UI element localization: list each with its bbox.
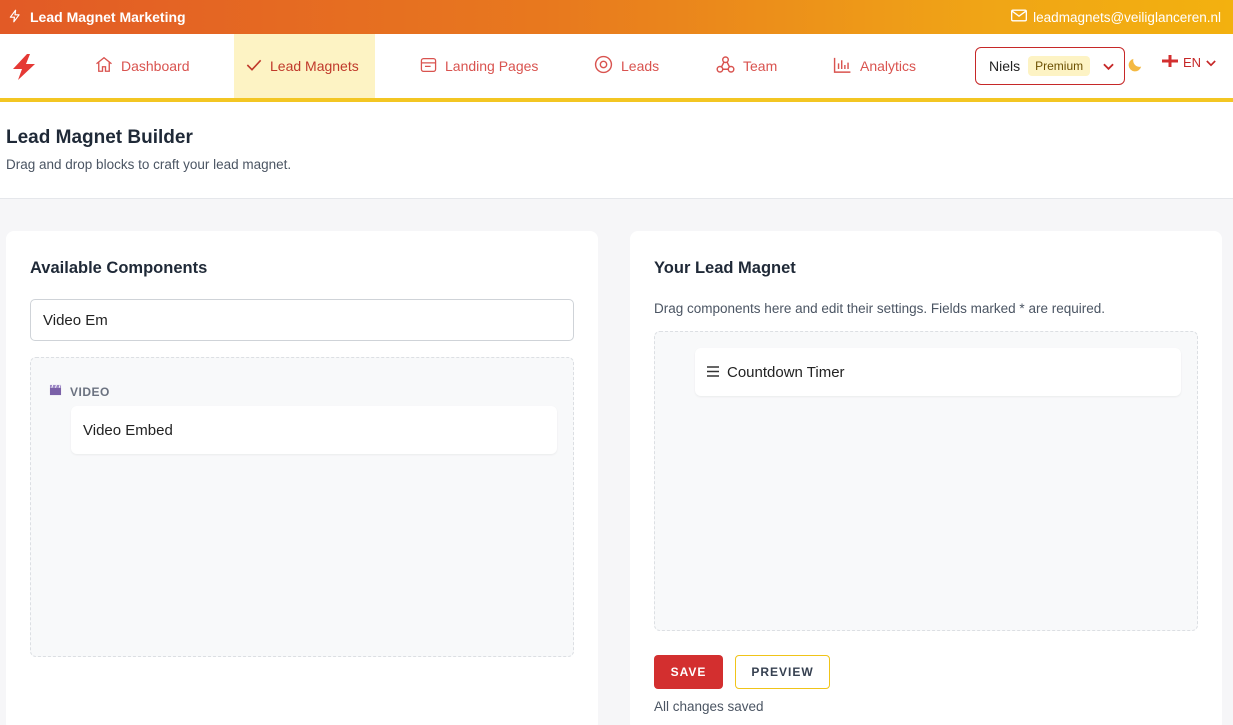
premium-badge: Premium [1028, 56, 1091, 76]
lead-magnet-title: Your Lead Magnet [654, 259, 796, 277]
dark-mode-toggle-moon-icon[interactable] [1127, 56, 1144, 78]
nav-landing-pages[interactable]: Landing Pages [420, 34, 538, 98]
block-label: Countdown Timer [727, 363, 845, 381]
nav-landing-pages-label: Landing Pages [445, 58, 539, 74]
component-list: VIDEO Video Embed [30, 357, 574, 657]
user-menu[interactable]: Niels Premium [975, 47, 1125, 85]
page-icon [420, 57, 437, 76]
check-icon [246, 58, 262, 75]
nav-analytics-label: Analytics [860, 58, 917, 74]
top-banner: Lead Magnet Marketing leadmagnets@veilig… [0, 0, 1233, 34]
component-video-embed[interactable]: Video Embed [71, 406, 557, 454]
nav-analytics[interactable]: Analytics [833, 34, 916, 98]
chevron-down-icon [1206, 55, 1216, 70]
nav-dashboard-label: Dashboard [121, 58, 190, 74]
user-name: Niels [989, 58, 1021, 74]
page-header: Lead Magnet Builder Drag and drop blocks… [0, 102, 1233, 199]
lead-magnet-panel: Your Lead Magnet Drag components here an… [630, 231, 1222, 725]
preview-button[interactable]: PREVIEW [735, 655, 830, 689]
lead-magnet-hint: Drag components here and edit their sett… [654, 301, 1105, 316]
banner-contact[interactable]: leadmagnets@veiliglanceren.nl [1011, 9, 1221, 25]
target-icon [594, 55, 613, 77]
mail-icon [1011, 9, 1028, 25]
logo-bolt-icon[interactable] [10, 54, 38, 85]
nav-dashboard[interactable]: Dashboard [95, 34, 190, 98]
save-status: All changes saved [654, 699, 764, 714]
chart-icon [833, 56, 852, 77]
category-label: VIDEO [70, 384, 110, 399]
banner-brand: Lead Magnet Marketing [8, 9, 186, 26]
main-nav: Dashboard Lead Magnets Landing Pages Lea… [0, 34, 1233, 98]
nav-team-label: Team [743, 58, 778, 74]
contact-email[interactable]: leadmagnets@veiliglanceren.nl [1033, 10, 1221, 25]
page-title: Lead Magnet Builder [6, 127, 193, 148]
category-video: VIDEO [49, 384, 110, 399]
banner-title: Lead Magnet Marketing [30, 9, 186, 25]
available-components-panel: Available Components VIDEO Video Embed [6, 231, 598, 725]
nav-lead-magnets[interactable]: Lead Magnets [234, 34, 375, 98]
home-icon [95, 56, 113, 76]
block-countdown-timer[interactable]: Countdown Timer [695, 348, 1181, 396]
lead-magnet-dropzone[interactable]: Countdown Timer [654, 331, 1198, 631]
nav-leads[interactable]: Leads [594, 34, 659, 98]
team-icon [716, 55, 735, 77]
drag-handle-icon[interactable] [707, 364, 719, 381]
nav-lead-magnets-label: Lead Magnets [270, 58, 359, 74]
page-subtitle: Drag and drop blocks to craft your lead … [6, 157, 292, 172]
available-components-title: Available Components [30, 259, 208, 277]
save-button[interactable]: SAVE [654, 655, 723, 689]
language-selector[interactable]: EN [1162, 55, 1216, 70]
chevron-down-icon [1103, 58, 1114, 74]
nav-leads-label: Leads [621, 58, 660, 74]
nav-team[interactable]: Team [716, 34, 777, 98]
component-search-input[interactable] [30, 299, 574, 341]
england-flag-icon [1162, 55, 1178, 70]
clapperboard-icon [49, 384, 62, 399]
language-code: EN [1183, 55, 1202, 70]
bolt-icon [8, 9, 22, 26]
